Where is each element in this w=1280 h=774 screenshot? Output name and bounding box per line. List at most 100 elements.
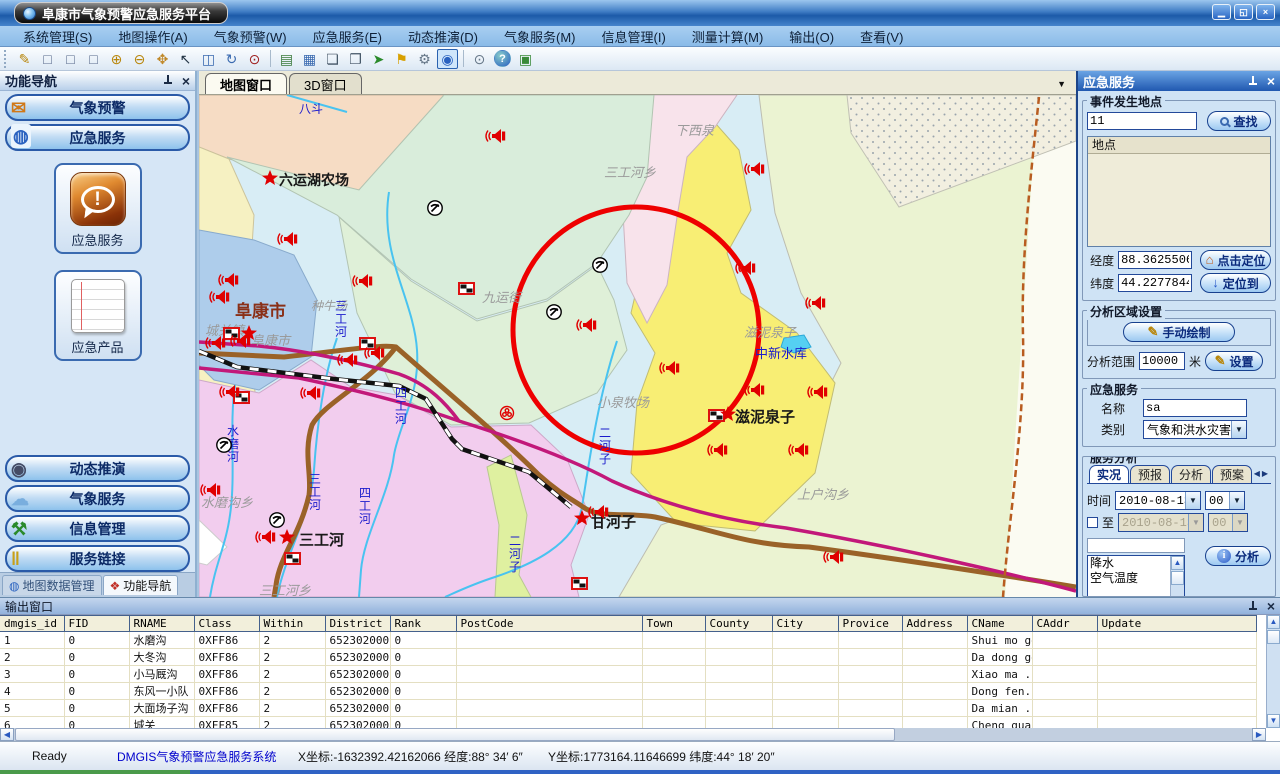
- sidebar-item-weather-service[interactable]: ☁ 气象服务: [5, 485, 190, 512]
- column-header[interactable]: Update: [1097, 616, 1256, 632]
- tab-analysis[interactable]: 分析: [1171, 465, 1211, 483]
- latitude-input[interactable]: [1118, 274, 1192, 292]
- column-header[interactable]: PostCode: [456, 616, 642, 632]
- sidebar-item-weather-warning[interactable]: ✉ 气象预警: [5, 94, 190, 121]
- print-icon[interactable]: ❏: [322, 49, 343, 69]
- green-pointer-icon[interactable]: ➤: [368, 49, 389, 69]
- flag-marker[interactable]: [285, 553, 300, 564]
- element-listbox[interactable]: 降水 空气温度 ▲: [1087, 555, 1185, 597]
- event-location-input[interactable]: [1087, 112, 1197, 130]
- mine-marker[interactable]: [270, 513, 284, 527]
- menu-measure[interactable]: 测量计算(M): [679, 27, 777, 46]
- menu-system[interactable]: 系统管理(S): [10, 27, 105, 46]
- select-area-icon[interactable]: □: [60, 49, 81, 69]
- flag-marker[interactable]: [459, 283, 474, 294]
- vertical-scrollbar[interactable]: ▲ ▼: [1266, 615, 1280, 728]
- toolbar-grip[interactable]: [4, 50, 8, 68]
- mine-marker[interactable]: [547, 305, 561, 319]
- tab-forecast[interactable]: 预报: [1130, 465, 1170, 483]
- menu-map-ops[interactable]: 地图操作(A): [105, 27, 200, 46]
- tab-map-data-management[interactable]: ◍ 地图数据管理: [2, 575, 102, 595]
- pin-icon[interactable]: [1248, 76, 1257, 87]
- list-item[interactable]: 空气温度: [1088, 571, 1170, 586]
- column-header[interactable]: County: [705, 616, 772, 632]
- chevron-down-icon[interactable]: ▼: [1188, 514, 1203, 531]
- hour-to-select[interactable]: 00 ▼: [1208, 513, 1248, 532]
- chevron-down-icon[interactable]: ▼: [1229, 492, 1244, 509]
- close-icon[interactable]: ×: [1267, 75, 1275, 87]
- tab-plan[interactable]: 预案: [1212, 465, 1252, 483]
- mine-marker[interactable]: [428, 201, 442, 215]
- column-header[interactable]: Town: [642, 616, 705, 632]
- column-header[interactable]: dmgis_id: [0, 616, 64, 632]
- menu-dynamic-deduction[interactable]: 动态推演(D): [395, 27, 491, 46]
- full-extent-icon[interactable]: ◫: [198, 49, 219, 69]
- scroll-right-icon[interactable]: ▶: [1252, 728, 1266, 741]
- pointer-icon[interactable]: ↖: [175, 49, 196, 69]
- element-filter-input[interactable]: [1087, 538, 1185, 553]
- locate-to-button[interactable]: ↓ 定位到: [1200, 273, 1271, 293]
- column-header[interactable]: CAddr: [1032, 616, 1097, 632]
- pan-icon[interactable]: ✥: [152, 49, 173, 69]
- scrollbar-thumb[interactable]: [15, 728, 895, 741]
- mine-marker[interactable]: [217, 438, 231, 452]
- scroll-up-icon[interactable]: ▲: [1171, 556, 1184, 570]
- table-row[interactable]: 20大冬沟0XFF8626523020000Da dong gou: [0, 649, 1256, 666]
- zoom-out-icon[interactable]: ⊖: [129, 49, 150, 69]
- column-header[interactable]: FID: [64, 616, 129, 632]
- chevron-down-icon[interactable]: ▼: [1057, 79, 1066, 89]
- chevron-down-icon[interactable]: ▼: [1232, 514, 1247, 531]
- select-shape-icon[interactable]: □: [83, 49, 104, 69]
- emergency-service-button[interactable]: ! 应急服务: [54, 163, 142, 254]
- column-header[interactable]: CName: [967, 616, 1032, 632]
- manual-draw-button[interactable]: ✎ 手动绘制: [1123, 322, 1235, 342]
- table-row[interactable]: 30小马厩沟0XFF8626523020000Xiao ma ...: [0, 666, 1256, 683]
- analysis-range-input[interactable]: [1139, 352, 1185, 370]
- click-locate-button[interactable]: ⌂ 点击定位: [1200, 250, 1271, 270]
- set-range-button[interactable]: ✎ 设置: [1205, 351, 1263, 371]
- help-icon[interactable]: ?: [494, 50, 511, 67]
- print-setup-icon[interactable]: ❐: [345, 49, 366, 69]
- chevron-down-icon[interactable]: ▼: [1231, 421, 1246, 438]
- mine-marker[interactable]: [593, 258, 607, 272]
- listbox-scrollbar[interactable]: ▲: [1170, 556, 1184, 597]
- menu-view[interactable]: 查看(V): [847, 27, 916, 46]
- restore-button[interactable]: ◱: [1234, 4, 1253, 20]
- eye-icon[interactable]: ⊙: [469, 49, 490, 69]
- horizontal-scrollbar[interactable]: ◀ ▶: [0, 728, 1266, 741]
- output-table[interactable]: dmgis_idFIDRNAMEClassWithinDistrictRankP…: [0, 615, 1257, 728]
- hour-select[interactable]: 00 ▼: [1205, 491, 1245, 510]
- list-item[interactable]: 降水: [1088, 556, 1170, 571]
- scroll-up-icon[interactable]: ▲: [1267, 615, 1280, 629]
- zoom-scale-icon[interactable]: ⊙: [244, 49, 265, 69]
- analyze-button[interactable]: i 分析: [1205, 546, 1271, 566]
- sidebar-item-emergency-service[interactable]: ◍ 应急服务: [5, 124, 190, 151]
- tab-map-window[interactable]: 地图窗口: [205, 73, 287, 94]
- table-row[interactable]: 40东风一小队0XFF8626523020000Dong fen...: [0, 683, 1256, 700]
- menu-output[interactable]: 输出(O): [776, 27, 847, 46]
- flag-marker[interactable]: [572, 578, 587, 589]
- zoom-in-icon[interactable]: ⊕: [106, 49, 127, 69]
- menu-weather-service[interactable]: 气象服务(M): [491, 27, 589, 46]
- tab-3d-window[interactable]: 3D窗口: [289, 73, 362, 94]
- column-header[interactable]: City: [772, 616, 838, 632]
- close-icon[interactable]: ×: [182, 75, 190, 87]
- column-header[interactable]: District: [325, 616, 390, 632]
- sidebar-item-dynamic-deduction[interactable]: ◉ 动态推演: [5, 455, 190, 482]
- sidebar-item-service-links[interactable]: ‖ 服务链接: [5, 545, 190, 572]
- export-map-icon[interactable]: ▦: [299, 49, 320, 69]
- column-header[interactable]: Within: [259, 616, 325, 632]
- map-canvas[interactable]: 八斗六运湖农场三工河乡下西泉九运街阜康市城关镇阜康市种牛场滋泥泉子中新水库滋泥泉…: [199, 95, 1076, 597]
- place-marker-icon[interactable]: ⚑: [391, 49, 412, 69]
- to-checkbox[interactable]: [1087, 517, 1098, 528]
- search-button[interactable]: 查找: [1207, 111, 1271, 131]
- globe-icon[interactable]: ◉: [437, 49, 458, 69]
- minimize-button[interactable]: ▁: [1212, 4, 1231, 20]
- sidebar-item-info-management[interactable]: ⚒ 信息管理: [5, 515, 190, 542]
- emergency-product-button[interactable]: 应急产品: [54, 270, 142, 361]
- column-header[interactable]: Provice: [838, 616, 902, 632]
- table-row[interactable]: 50大面场子沟0XFF8626523020000Da mian ...: [0, 700, 1256, 717]
- close-button[interactable]: ×: [1256, 4, 1275, 20]
- date-to-select[interactable]: 2010-08-13 ▼: [1118, 513, 1204, 532]
- table-row[interactable]: 60城关0XFF8526523020000Cheng guan: [0, 717, 1256, 729]
